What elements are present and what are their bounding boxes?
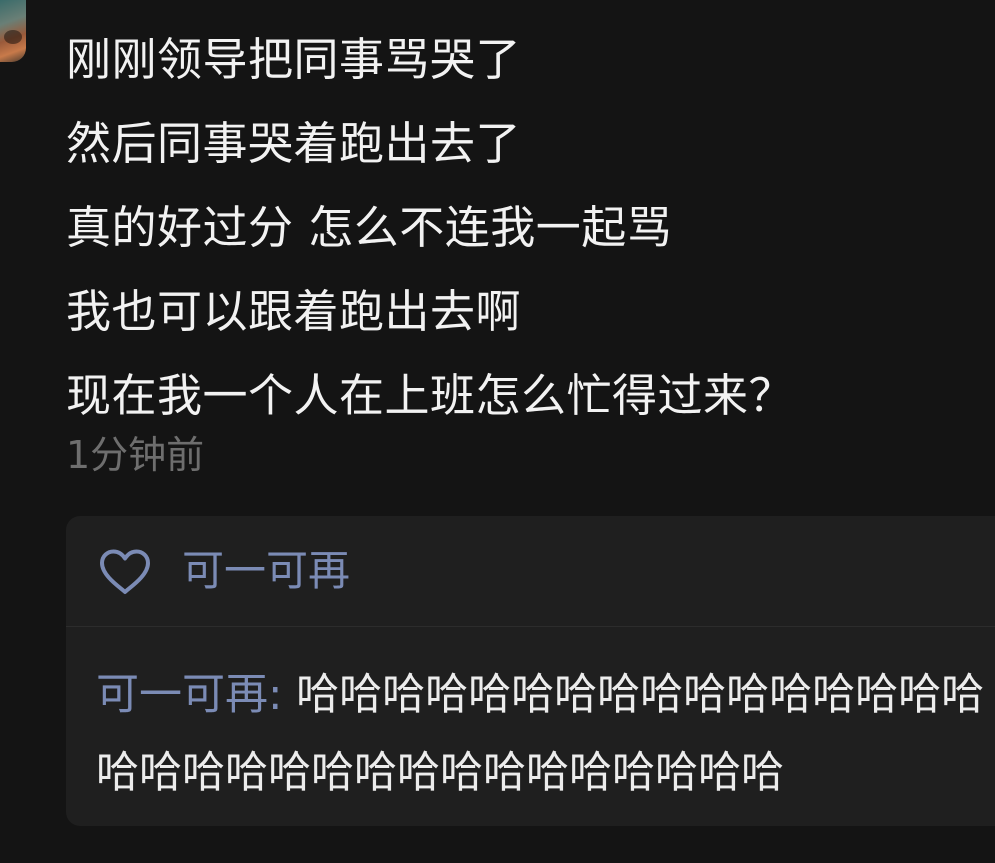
- avatar[interactable]: [0, 0, 26, 62]
- post-content: 刚刚领导把同事骂哭了 然后同事哭着跑出去了 真的好过分 怎么不连我一起骂 我也可…: [66, 18, 986, 438]
- post-line: 现在我一个人在上班怎么忙得过来？: [66, 369, 795, 422]
- avatar-image-detail: [4, 30, 22, 44]
- post-line: 我也可以跟着跑出去啊: [66, 285, 522, 338]
- likes-row: 可一可再: [66, 516, 995, 626]
- divider: [66, 626, 995, 627]
- post-line: 真的好过分 怎么不连我一起骂: [66, 201, 673, 254]
- comment-author-link[interactable]: 可一可再: [96, 670, 268, 720]
- heart-outline-icon[interactable]: [98, 548, 152, 596]
- post-line: 刚刚领导把同事骂哭了: [66, 33, 522, 86]
- post-line: 然后同事哭着跑出去了: [66, 117, 522, 170]
- post-timestamp: 1分钟前: [66, 433, 205, 477]
- interaction-panel: 可一可再 可一可再: 哈哈哈哈哈哈哈哈哈哈哈哈哈哈哈哈哈哈哈哈哈哈哈哈哈哈哈哈哈…: [66, 516, 995, 826]
- comment-separator: :: [268, 670, 297, 720]
- comment-item[interactable]: 可一可再: 哈哈哈哈哈哈哈哈哈哈哈哈哈哈哈哈哈哈哈哈哈哈哈哈哈哈哈哈哈哈哈哈: [96, 656, 995, 812]
- liker-name-link[interactable]: 可一可再: [182, 540, 350, 602]
